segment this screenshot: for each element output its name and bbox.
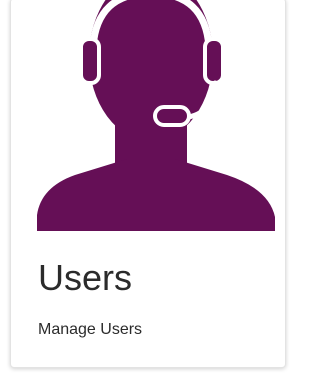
- left-earcup: [79, 37, 101, 85]
- card-subtitle: Manage Users: [38, 321, 143, 338]
- users-card[interactable]: Users Manage Users: [10, 0, 286, 368]
- right-earcup: [203, 37, 225, 85]
- card-title: Users: [38, 257, 133, 298]
- support-headset-person-icon: [37, 0, 275, 231]
- microphone: [153, 105, 191, 127]
- torso-shape: [37, 159, 275, 231]
